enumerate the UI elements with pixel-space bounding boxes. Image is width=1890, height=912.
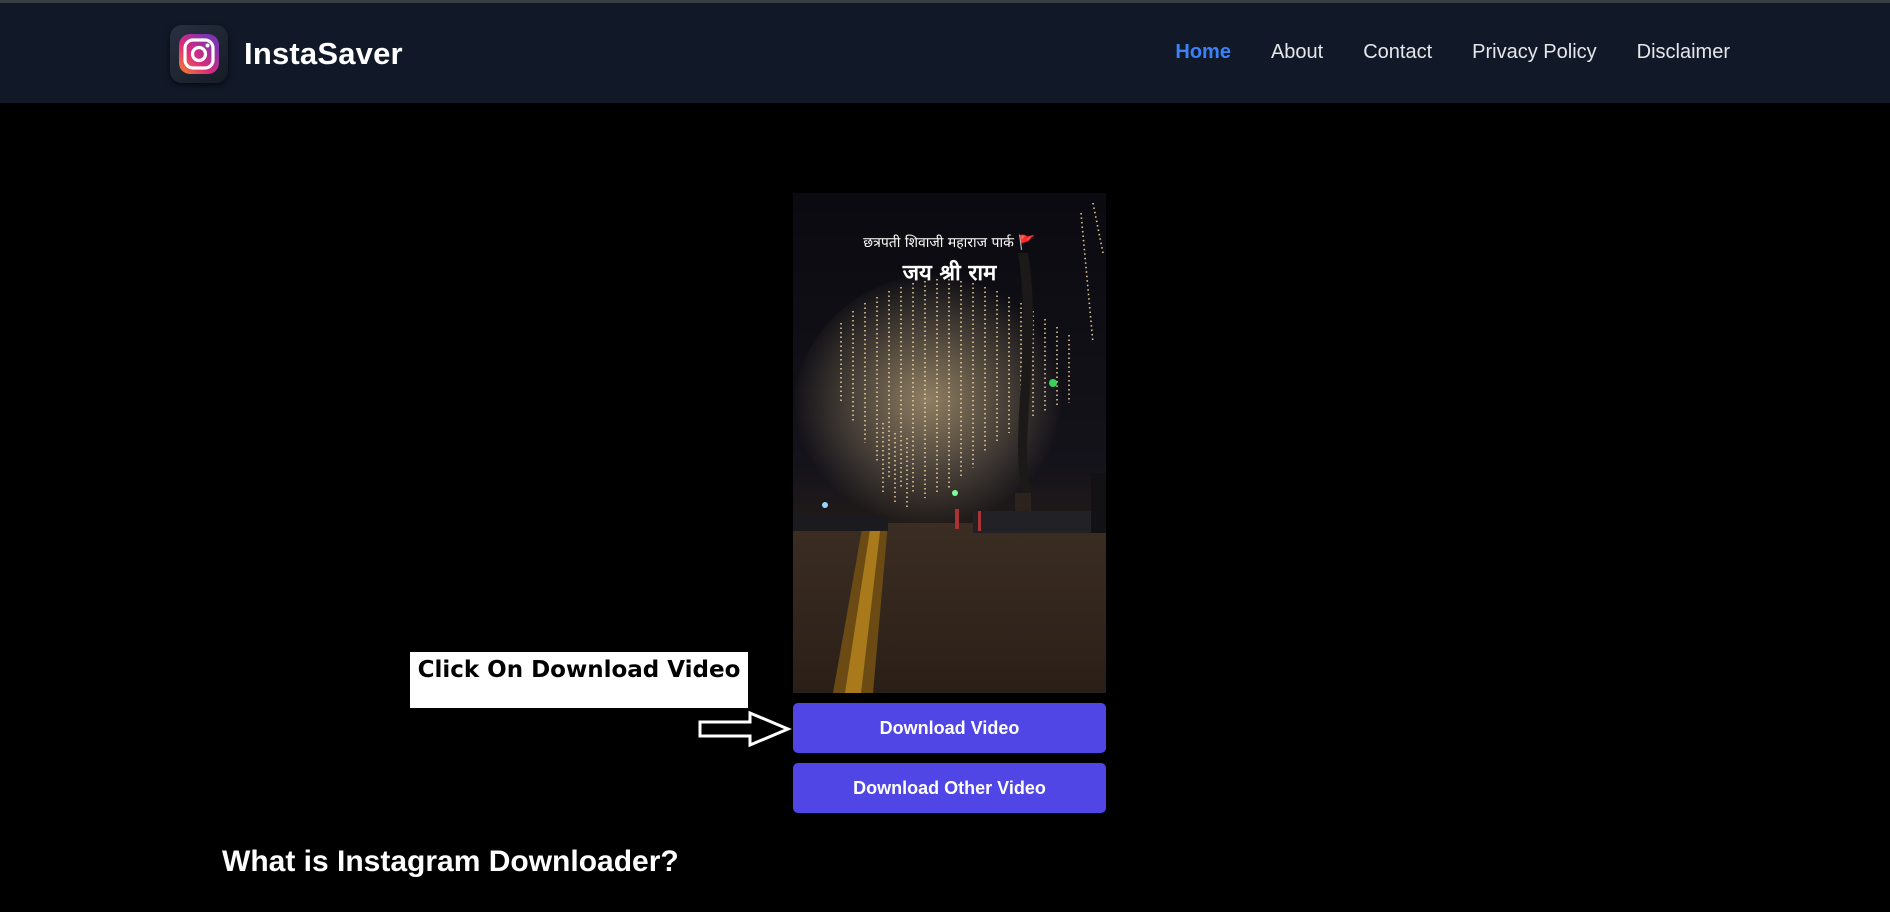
video-caption-line-1: छत्रपती शिवाजी महाराज पार्क 🚩 (863, 235, 1036, 251)
video-caption-line-2: जय श्री राम (902, 260, 997, 286)
brand[interactable]: InstaSaver (170, 25, 403, 83)
download-other-video-button[interactable]: Download Other Video (793, 763, 1106, 813)
nav-disclaimer[interactable]: Disclaimer (1637, 41, 1730, 64)
main-nav: Home About Contact Privacy Policy Discla… (1175, 41, 1730, 64)
nav-privacy-policy[interactable]: Privacy Policy (1472, 41, 1596, 64)
instagram-icon (170, 25, 228, 83)
nav-contact[interactable]: Contact (1363, 41, 1432, 64)
section-title: What is Instagram Downloader? (222, 845, 679, 878)
right-arrow-icon (698, 710, 793, 753)
instruction-label: Click On Download Video (410, 652, 748, 708)
brand-name: InstaSaver (244, 36, 403, 71)
nav-about[interactable]: About (1271, 41, 1323, 64)
download-video-button[interactable]: Download Video (793, 703, 1106, 753)
video-preview[interactable]: छत्रपती शिवाजी महाराज पार्क 🚩 जय श्री रा… (793, 193, 1106, 693)
nav-home[interactable]: Home (1175, 41, 1231, 64)
site-header: InstaSaver Home About Contact Privacy Po… (0, 3, 1890, 103)
